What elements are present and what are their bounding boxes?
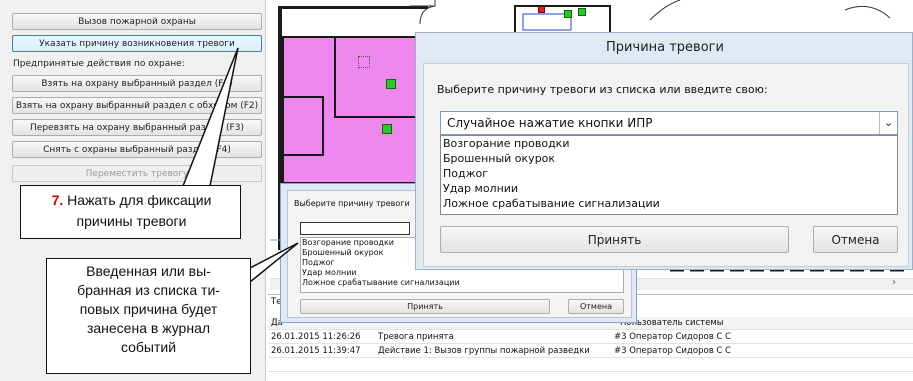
note-line: бранная из списка ти- — [77, 282, 220, 298]
note-line: событий — [120, 339, 177, 355]
note-line: занесена в журнал — [86, 320, 211, 336]
note-line: Введенная или вы- — [86, 263, 211, 279]
step-text-line1: Нажать для фиксации — [67, 192, 212, 208]
step-callout: 7. Нажать для фиксации причины тревоги — [20, 185, 241, 239]
note-callout: Введенная или вы- бранная из списка ти- … — [46, 258, 251, 374]
step-text-line2: причины тревоги — [76, 213, 187, 229]
step-number: 7. — [51, 192, 64, 208]
note-line: повых причина будет — [79, 301, 218, 317]
